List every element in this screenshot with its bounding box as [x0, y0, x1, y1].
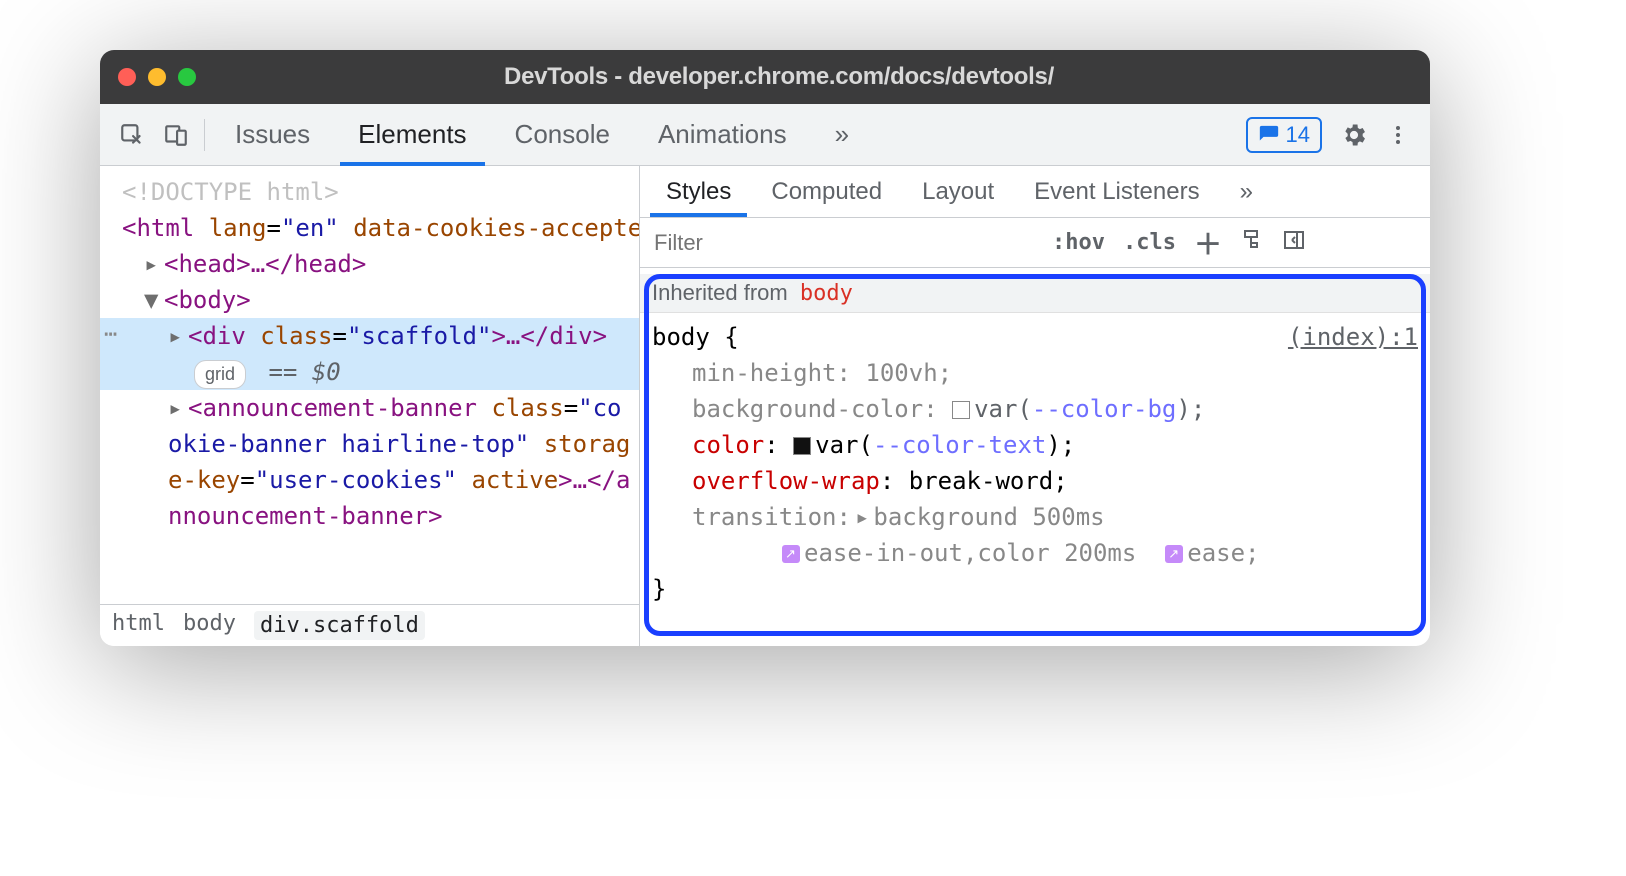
gear-icon[interactable]	[1332, 113, 1376, 157]
prop-overflow-wrap[interactable]: overflow-wrap: break-word;	[652, 463, 1418, 499]
main-tabs: Issues Elements Console Animations »	[211, 104, 873, 166]
styles-subtabs: Styles Computed Layout Event Listeners »	[640, 166, 1430, 218]
expand-icon[interactable]: ▸	[144, 246, 164, 282]
device-toggle-icon[interactable]	[154, 113, 198, 157]
expand-icon[interactable]: ▸	[168, 318, 188, 354]
more-icon[interactable]: ⋯	[104, 318, 119, 351]
close-icon[interactable]	[118, 68, 136, 86]
prop-transition-cont[interactable]: ease-in-out,color 200ms ease;	[652, 535, 1418, 571]
color-swatch-icon[interactable]	[952, 401, 970, 419]
easing-swatch-icon[interactable]	[1165, 545, 1183, 563]
subtab-computed[interactable]: Computed	[751, 166, 902, 217]
tab-console[interactable]: Console	[491, 104, 634, 166]
dom-tree[interactable]: <!DOCTYPE html> <html lang="en" data-coo…	[100, 166, 639, 604]
window-title: DevTools - developer.chrome.com/docs/dev…	[216, 63, 1342, 91]
selector[interactable]: body {	[652, 319, 739, 355]
minimize-icon[interactable]	[148, 68, 166, 86]
tab-animations[interactable]: Animations	[634, 104, 811, 166]
main-area: <!DOCTYPE html> <html lang="en" data-coo…	[100, 166, 1430, 646]
dom-panel: <!DOCTYPE html> <html lang="en" data-coo…	[100, 166, 640, 646]
styles-panel: Styles Computed Layout Event Listeners »…	[640, 166, 1430, 646]
filter-input[interactable]	[648, 230, 1038, 256]
maximize-icon[interactable]	[178, 68, 196, 86]
inspect-icon[interactable]	[110, 113, 154, 157]
hov-button[interactable]: :hov	[1048, 230, 1109, 255]
head-line[interactable]: ▸<head>…</head>	[100, 246, 639, 282]
cls-button[interactable]: .cls	[1119, 230, 1180, 255]
collapse-icon[interactable]: ▼	[144, 282, 164, 318]
crumb-body[interactable]: body	[183, 611, 236, 640]
crumb-selected[interactable]: div.scaffold	[254, 611, 425, 640]
titlebar: DevTools - developer.chrome.com/docs/dev…	[100, 50, 1430, 104]
body-line[interactable]: ▼<body>	[100, 282, 639, 318]
subtab-layout[interactable]: Layout	[902, 166, 1014, 217]
devtools-window: DevTools - developer.chrome.com/docs/dev…	[100, 50, 1430, 646]
prop-min-height[interactable]: min-height: 100vh;	[652, 355, 1418, 391]
filter-bar: :hov .cls ＋	[640, 218, 1430, 268]
divider	[204, 119, 205, 151]
window-controls	[118, 68, 196, 86]
source-link[interactable]: (index):1	[1288, 319, 1418, 355]
breadcrumb: html body div.scaffold	[100, 604, 639, 646]
css-rule[interactable]: body { (index):1 min-height: 100vh; back…	[640, 313, 1430, 613]
subtab-event-listeners[interactable]: Event Listeners	[1014, 166, 1219, 217]
html-open-line[interactable]: <html lang="en" data-cookies-accepted>	[100, 210, 639, 246]
expand-icon[interactable]: ▸	[168, 390, 188, 426]
kebab-icon[interactable]	[1376, 113, 1420, 157]
banner-line[interactable]: ▸<announcement-banner class="cookie-bann…	[100, 390, 639, 534]
prop-background-color[interactable]: background-color: var(--color-bg);	[652, 391, 1418, 427]
rule-close: }	[652, 571, 1418, 607]
grid-badge[interactable]: grid	[194, 360, 246, 389]
selected-node[interactable]: ⋯ ▸<div class="scaffold">…</div>	[100, 318, 639, 354]
inherited-header: Inherited from body	[640, 274, 1430, 313]
issues-badge[interactable]: 14	[1246, 117, 1322, 153]
selected-node-badge: grid == $0	[100, 354, 639, 390]
dollar-zero: == $0	[268, 358, 340, 386]
tab-elements[interactable]: Elements	[334, 104, 490, 166]
toggle-pane-icon[interactable]	[1278, 228, 1310, 258]
easing-swatch-icon[interactable]	[782, 545, 800, 563]
color-swatch-icon[interactable]	[793, 437, 811, 455]
prop-color[interactable]: color: var(--color-text);	[652, 427, 1418, 463]
doctype-line[interactable]: <!DOCTYPE html>	[100, 174, 639, 210]
inherited-from[interactable]: body	[800, 281, 853, 306]
prop-transition[interactable]: transition:▸background 500ms	[652, 499, 1418, 535]
crumb-html[interactable]: html	[112, 611, 165, 640]
toolbar: Issues Elements Console Animations » 14	[100, 104, 1430, 166]
subtab-styles[interactable]: Styles	[646, 166, 751, 217]
issues-count: 14	[1286, 122, 1310, 148]
new-rule-button[interactable]: ＋	[1190, 223, 1226, 263]
expand-shorthand-icon[interactable]: ▸	[855, 503, 869, 531]
paint-icon[interactable]	[1236, 228, 1268, 258]
subtabs-overflow-icon[interactable]: »	[1220, 166, 1273, 217]
tabs-overflow-icon[interactable]: »	[811, 104, 873, 166]
tab-issues[interactable]: Issues	[211, 104, 334, 166]
